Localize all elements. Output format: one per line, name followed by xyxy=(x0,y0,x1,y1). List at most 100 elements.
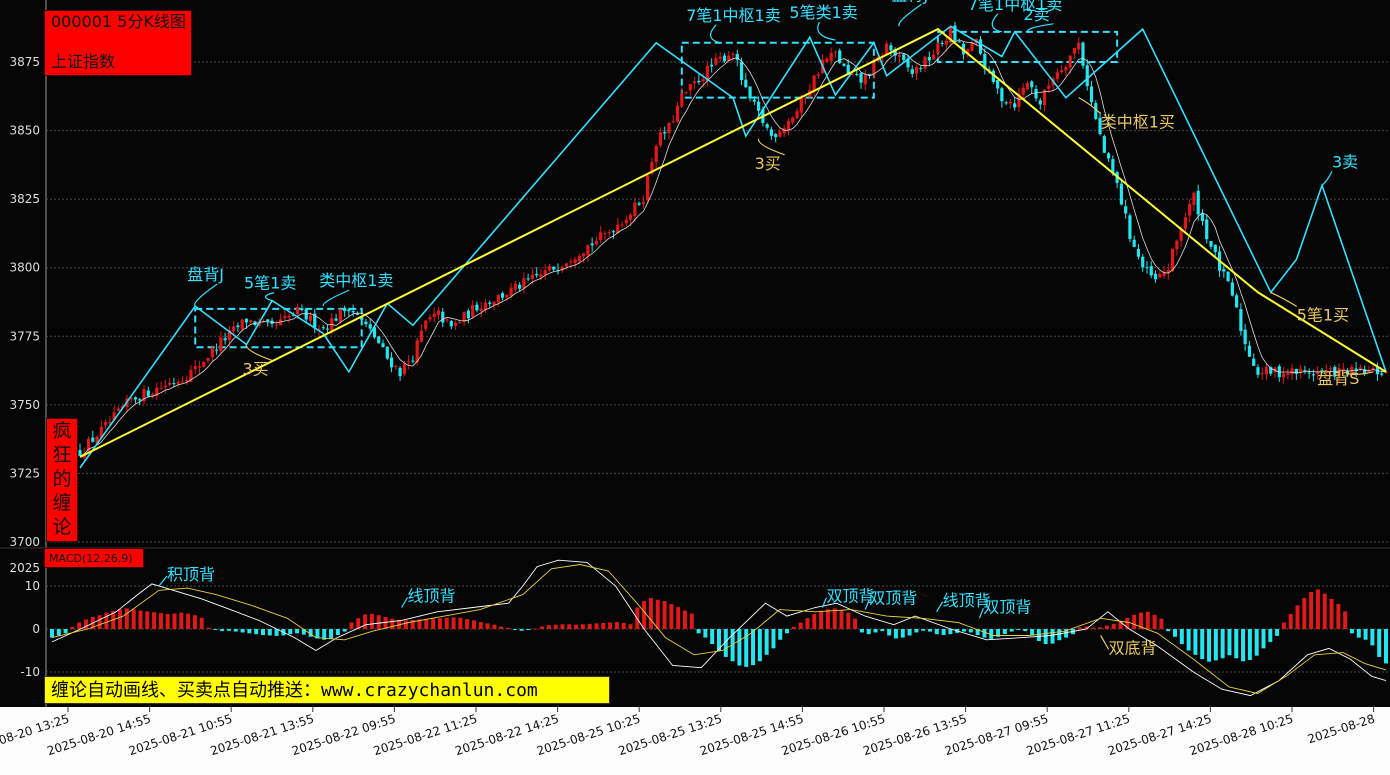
candle-body xyxy=(607,232,611,234)
macd-bar xyxy=(771,629,776,649)
candle-body xyxy=(1247,345,1252,357)
macd-bar xyxy=(1043,629,1048,645)
candle-body xyxy=(599,232,603,240)
macd-bar xyxy=(819,610,824,629)
candle-body xyxy=(1205,219,1209,240)
annotation-label: 类中枢1卖 xyxy=(319,271,393,290)
macd-bar xyxy=(288,629,293,635)
macd-bar xyxy=(594,623,599,629)
candle-body xyxy=(680,93,684,107)
macd-bar xyxy=(846,612,851,629)
macd-bar xyxy=(873,629,878,633)
macd-bar xyxy=(567,624,572,629)
macd-bar xyxy=(1207,629,1212,662)
y-tick-label: 3825 xyxy=(9,192,40,206)
candle-body xyxy=(590,243,594,246)
candle-body xyxy=(897,54,902,57)
macd-bar xyxy=(97,615,102,629)
candle-body xyxy=(347,309,351,312)
macd-bar xyxy=(1234,629,1239,659)
macd-bar xyxy=(383,616,388,629)
macd-bar xyxy=(982,629,987,638)
candle-body xyxy=(658,132,663,146)
candle-body xyxy=(744,79,748,88)
candle-body xyxy=(214,349,219,351)
macd-bar xyxy=(124,608,129,629)
candle-body xyxy=(1281,373,1286,378)
macd-bar xyxy=(1363,629,1368,640)
candle-body xyxy=(816,74,820,76)
macd-bar xyxy=(832,608,837,629)
candle-body xyxy=(748,86,752,99)
macd-bar xyxy=(574,624,579,629)
candle-body xyxy=(197,366,202,368)
y-tick-label: 3700 xyxy=(9,535,40,549)
macd-y-tick-label: -10 xyxy=(20,665,40,679)
macd-bar xyxy=(1281,622,1286,629)
candle-body xyxy=(543,270,547,275)
macd-bar xyxy=(506,627,511,629)
macd-bar xyxy=(587,623,592,629)
annotation-label: 盘背J xyxy=(891,0,928,4)
candle-body xyxy=(641,201,645,204)
macd-bar xyxy=(199,617,204,629)
macd-bar xyxy=(676,607,681,629)
candle-body xyxy=(1004,102,1008,104)
macd-bar xyxy=(744,629,749,667)
candle-body xyxy=(1064,67,1068,71)
candle-body xyxy=(731,54,735,56)
macd-bar xyxy=(431,618,436,629)
macd-bar xyxy=(247,629,252,634)
index-name: 上证指数 xyxy=(51,52,116,71)
candle-body xyxy=(104,422,108,426)
macd-bar xyxy=(104,612,109,629)
candle-body xyxy=(774,134,778,138)
macd-bar xyxy=(805,618,810,629)
candle-body xyxy=(240,319,244,330)
candle-body xyxy=(863,73,867,85)
macd-bar xyxy=(927,629,932,632)
macd-bar xyxy=(70,626,75,629)
y-tick-label: 3775 xyxy=(9,329,40,343)
macd-bar xyxy=(403,620,408,629)
candle-body xyxy=(146,390,150,397)
macd-bar xyxy=(444,617,449,629)
candle-body xyxy=(564,263,569,267)
candle-body xyxy=(206,357,210,361)
macd-bar xyxy=(1275,629,1280,636)
macd-y-tick-label: 10 xyxy=(25,579,40,593)
candle-body xyxy=(697,80,701,83)
candle-body xyxy=(138,399,142,401)
candle-body xyxy=(91,437,95,442)
candle-body xyxy=(1060,70,1064,73)
candle-body xyxy=(266,319,270,322)
macd-bar xyxy=(887,629,892,636)
macd-bar xyxy=(186,613,191,629)
macd-bar xyxy=(648,598,653,629)
candle-body xyxy=(910,69,914,75)
macd-bar xyxy=(1030,629,1035,636)
macd-bar xyxy=(1268,629,1273,642)
macd-bar xyxy=(866,629,871,635)
candle-body xyxy=(1230,282,1234,296)
macd-bar xyxy=(893,629,898,639)
candle-body xyxy=(116,408,121,411)
macd-bar xyxy=(118,609,123,629)
candle-body xyxy=(1380,373,1384,375)
promo-url[interactable]: www.crazychanlun.com xyxy=(321,680,538,701)
macd-bar xyxy=(1104,625,1109,629)
candle-body xyxy=(646,175,650,201)
macd-bar xyxy=(138,610,143,629)
candle-body xyxy=(671,121,675,123)
candle-body xyxy=(675,105,680,122)
macd-bar xyxy=(757,629,762,662)
macd-bar xyxy=(560,624,565,629)
macd-bar xyxy=(778,629,783,640)
candle-body xyxy=(1213,244,1217,252)
candle-body xyxy=(718,56,722,59)
candle-body xyxy=(611,231,616,233)
candle-body xyxy=(449,321,453,327)
candle-body xyxy=(492,301,496,305)
candle-body xyxy=(488,302,492,304)
macd-bar xyxy=(158,613,163,629)
